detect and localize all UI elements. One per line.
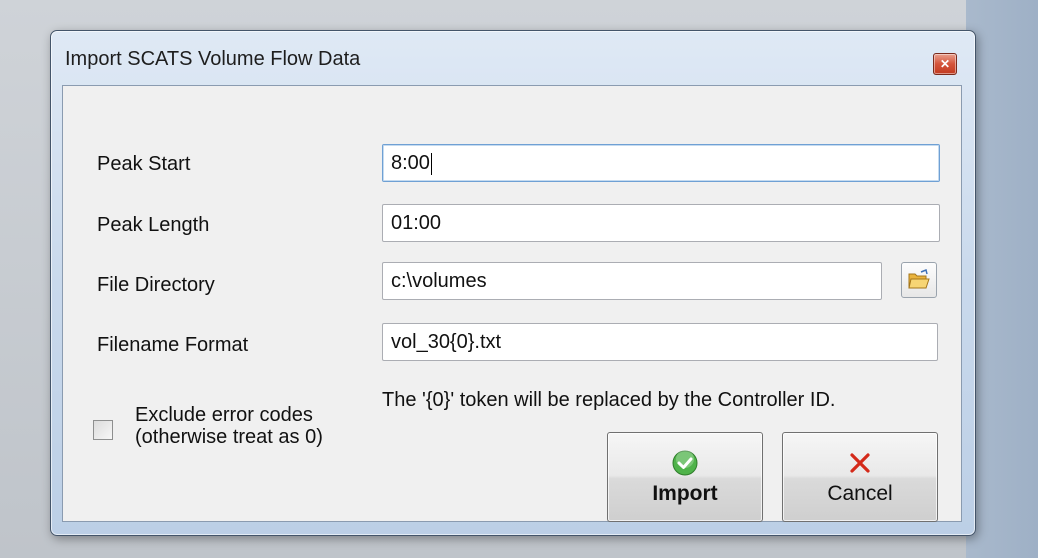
import-button[interactable]: Import (607, 432, 763, 522)
import-dialog: Import SCATS Volume Flow Data ✕ Peak Sta… (50, 30, 976, 536)
checkmark-icon (670, 448, 700, 478)
file-directory-input[interactable]: c:\volumes (382, 262, 882, 300)
peak-length-input[interactable]: 01:00 (382, 204, 940, 242)
peak-start-value: 8:00 (391, 152, 430, 174)
close-button[interactable]: ✕ (933, 53, 957, 75)
browse-folder-button[interactable] (901, 262, 937, 298)
folder-icon (908, 269, 930, 289)
peak-length-value: 01:00 (391, 212, 442, 234)
filename-format-label: Filename Format (97, 334, 249, 356)
filename-format-value: vol_30{0}.txt (391, 331, 502, 353)
x-icon (845, 448, 875, 478)
peak-length-label: Peak Length (97, 214, 210, 236)
window-title: Import SCATS Volume Flow Data (65, 48, 361, 70)
token-hint: The '{0}' token will be replaced by the … (382, 389, 836, 411)
title-bar[interactable]: Import SCATS Volume Flow Data ✕ (51, 31, 975, 85)
exclude-errors-line2: (otherwise treat as 0) (135, 426, 323, 448)
filename-format-input[interactable]: vol_30{0}.txt (382, 323, 938, 361)
text-caret (430, 152, 432, 175)
peak-start-input[interactable]: 8:00 (382, 144, 940, 182)
peak-start-label: Peak Start (97, 153, 191, 175)
desktop-background (966, 0, 1038, 558)
file-directory-label: File Directory (97, 274, 215, 296)
exclude-errors-line1: Exclude error codes (135, 404, 313, 426)
exclude-errors-label[interactable]: Exclude error codes (otherwise treat as … (135, 404, 323, 448)
close-icon: ✕ (939, 57, 951, 71)
exclude-errors-checkbox[interactable] (93, 420, 113, 440)
cancel-button[interactable]: Cancel (782, 432, 938, 522)
cancel-button-label: Cancel (827, 482, 893, 505)
import-button-label: Import (652, 482, 718, 505)
dialog-body: Peak Start 8:00 Peak Length 01:00 File D… (62, 85, 962, 522)
file-directory-value: c:\volumes (391, 270, 487, 292)
